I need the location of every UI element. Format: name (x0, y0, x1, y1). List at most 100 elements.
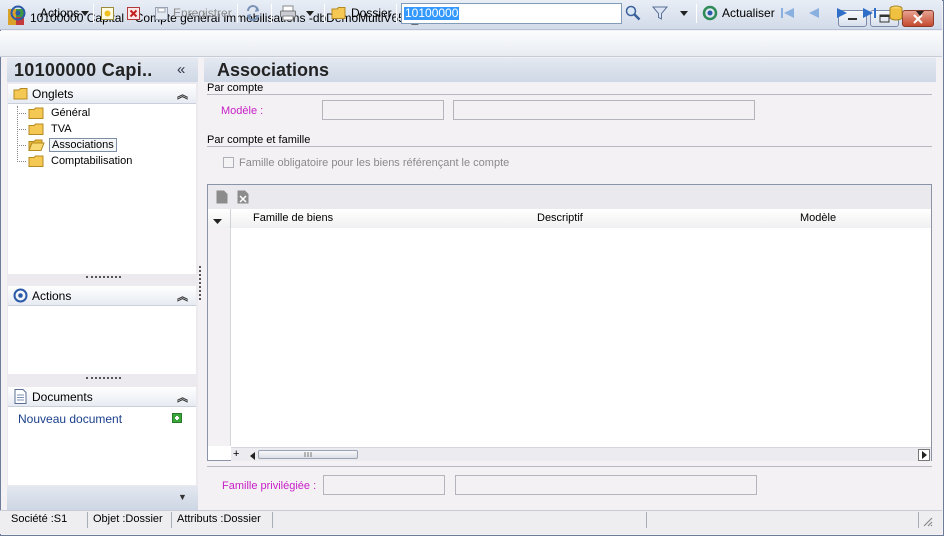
panel-splitter[interactable] (86, 377, 121, 380)
grid-body[interactable] (231, 228, 931, 446)
tab-associations-label: Associations (49, 137, 117, 152)
panel-splitter[interactable] (86, 276, 121, 279)
tab-comptabilisation-label: Comptabilisation (51, 154, 133, 167)
save-label: Enregistrer (173, 6, 232, 20)
filter-button[interactable] (652, 3, 668, 23)
tab-associations[interactable]: Associations (28, 137, 117, 152)
delete-icon (127, 6, 140, 20)
actions-list (8, 306, 196, 374)
actions-section-header[interactable]: Actions ︽ (8, 286, 196, 306)
chevron-down-icon[interactable]: ▼ (178, 492, 187, 502)
scroll-left-button[interactable] (250, 451, 255, 463)
tab-tva-label: TVA (51, 122, 72, 135)
grid-delete-row-button[interactable] (237, 190, 249, 207)
actions-section-label: Actions (32, 289, 72, 303)
status-societe: Société :S1 (8, 512, 88, 528)
sync-icon (247, 5, 259, 21)
tab-comptabilisation[interactable]: Comptabilisation (28, 153, 134, 168)
tab-general[interactable]: Général (28, 105, 92, 120)
grid-row-selector-column (208, 228, 231, 446)
database-button[interactable] (888, 3, 904, 23)
chevron-down-icon (680, 10, 688, 16)
database-dropdown[interactable] (916, 3, 924, 23)
print-icon (280, 5, 296, 21)
search-input-value: 10100000 (404, 6, 460, 20)
resize-grip[interactable] (921, 515, 933, 530)
refresh-button[interactable]: Actualiser (702, 3, 775, 23)
famille-privilegiee-code-field[interactable] (323, 475, 445, 495)
toolbar-separator (324, 4, 325, 23)
famille-obligatoire-checkbox[interactable] (223, 157, 234, 168)
par-compte-famille-group-title: Par compte et famille (207, 134, 313, 146)
folder-button[interactable]: Dossier (331, 3, 392, 23)
print-dropdown[interactable] (306, 3, 314, 23)
column-header-famille[interactable]: Famille de biens (253, 212, 333, 224)
first-icon (781, 8, 794, 18)
first-record-button[interactable] (780, 3, 796, 23)
grid-add-icon[interactable]: + (233, 448, 239, 460)
toolbar-separator (93, 4, 94, 23)
resize-grip-icon (923, 517, 933, 527)
collapse-section-icon: ︽ (177, 89, 188, 101)
documents-section-label: Documents (32, 390, 93, 404)
chevron-left-icon (250, 452, 255, 460)
famille-privilegiee-label: Famille privilégiée : (222, 480, 317, 492)
column-header-descriptif[interactable]: Descriptif (537, 212, 583, 224)
modele-description-field[interactable] (453, 100, 755, 120)
search-input[interactable]: 10100000 (401, 3, 622, 24)
tree-connector (17, 106, 18, 160)
save-button[interactable]: Enregistrer (154, 3, 232, 23)
add-document-icon[interactable] (172, 413, 182, 423)
chevron-down-icon (916, 10, 924, 16)
tree-connector (17, 145, 26, 146)
previous-record-button[interactable] (807, 3, 821, 23)
target-icon-button[interactable] (10, 3, 26, 23)
left-panel-title: 10100000 Capi.. (14, 60, 153, 80)
collapse-panel-button[interactable]: « (177, 61, 185, 78)
grid-column-menu[interactable] (213, 215, 222, 227)
group-divider (207, 466, 932, 467)
famille-privilegiee-description-field[interactable] (455, 475, 757, 495)
open-folder-icon (28, 139, 45, 151)
toolbar (0, 31, 942, 57)
scrollbar-thumb[interactable] (258, 450, 358, 459)
save-icon (155, 6, 168, 20)
next-record-button[interactable] (835, 3, 849, 23)
chevron-right-icon (922, 451, 927, 459)
refresh-label: Actualiser (722, 6, 775, 20)
status-attributs: Attributs :Dossier (174, 512, 273, 528)
status-objet: Objet :Dossier (90, 512, 172, 528)
actions-menu-button[interactable]: Actions (36, 3, 90, 23)
print-button[interactable] (279, 3, 297, 23)
status-empty-cell (275, 512, 647, 528)
document-icon (14, 389, 27, 404)
grip-icon (304, 452, 312, 457)
column-divider (230, 209, 231, 228)
new-button[interactable] (100, 3, 115, 23)
database-icon (889, 5, 903, 21)
folder-label: Dossier (351, 6, 392, 20)
onglets-section-header[interactable]: Onglets ︽ (8, 84, 196, 104)
grid-toolbar (208, 185, 931, 209)
modele-label: Modèle : (221, 105, 264, 117)
new-document-link[interactable]: Nouveau document (18, 412, 122, 426)
scroll-right-button[interactable] (918, 449, 930, 461)
page-title: Associations (217, 60, 330, 80)
toolbar-separator (271, 4, 272, 23)
delete-button[interactable] (126, 3, 141, 23)
tree-connector (17, 113, 26, 114)
tree-connector (17, 161, 26, 162)
grid-add-row-button[interactable] (216, 190, 228, 207)
modele-code-field[interactable] (322, 100, 444, 120)
documents-section-header[interactable]: Documents ︽ (8, 387, 196, 407)
vertical-splitter[interactable] (199, 266, 201, 300)
filter-icon (652, 6, 668, 20)
last-record-button[interactable] (861, 3, 877, 23)
sync-button[interactable] (245, 3, 261, 23)
minimize-icon (847, 17, 857, 20)
search-button[interactable] (625, 3, 641, 23)
chevron-down-icon (81, 10, 90, 16)
tab-tva[interactable]: TVA (28, 121, 74, 136)
filter-dropdown[interactable] (680, 3, 688, 23)
column-header-modele[interactable]: Modèle (800, 212, 836, 224)
